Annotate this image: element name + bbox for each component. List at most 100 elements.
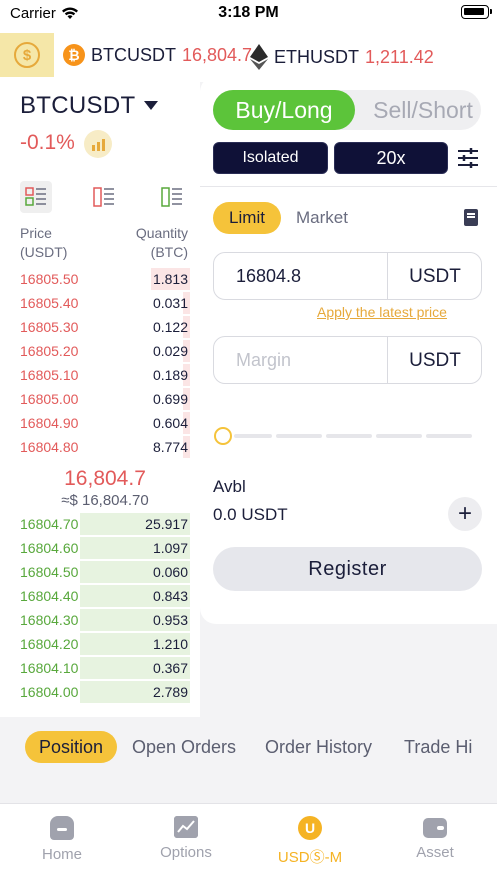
row-quantity: 0.189 bbox=[152, 367, 188, 383]
tabbar-options[interactable]: Options bbox=[136, 816, 236, 868]
row-quantity: 0.953 bbox=[152, 612, 188, 628]
row-price: 16804.10 bbox=[20, 660, 79, 676]
battery-icon bbox=[461, 5, 492, 19]
ticker-price: 16,804.7 bbox=[182, 44, 253, 65]
slider-segment bbox=[234, 434, 272, 438]
order-type-market[interactable]: Market bbox=[296, 208, 348, 228]
pair-change: -0.1% bbox=[20, 131, 75, 154]
ticker-price: 1,211.42 bbox=[365, 46, 434, 67]
row-quantity: 0.843 bbox=[152, 588, 188, 604]
row-price: 16805.40 bbox=[20, 295, 79, 311]
layout-bids-icon[interactable] bbox=[156, 181, 188, 213]
row-quantity: 0.604 bbox=[152, 415, 188, 431]
chart-icon[interactable] bbox=[84, 130, 112, 158]
row-price: 16804.30 bbox=[20, 612, 79, 628]
tab-order-history[interactable]: Order History bbox=[265, 731, 372, 763]
btc-icon: ₿ bbox=[63, 44, 85, 66]
available-label: Avbl bbox=[213, 477, 246, 496]
usdm-icon: U bbox=[298, 816, 322, 840]
row-quantity: 0.699 bbox=[152, 391, 188, 407]
tabbar-home[interactable]: Home bbox=[12, 816, 112, 868]
tab-position[interactable]: Position bbox=[25, 731, 118, 763]
settings-sliders-icon[interactable] bbox=[456, 146, 480, 170]
order-type-limit[interactable]: Limit bbox=[213, 202, 281, 234]
ask-row[interactable]: 16805.50 1.813 bbox=[0, 267, 200, 291]
register-button[interactable]: Register bbox=[213, 547, 482, 591]
layout-asks-icon[interactable] bbox=[88, 181, 120, 213]
bid-row[interactable]: 16804.00 2.789 bbox=[0, 680, 200, 704]
bid-row[interactable]: 16804.10 0.367 bbox=[0, 656, 200, 680]
amount-slider[interactable] bbox=[214, 426, 472, 446]
ticker-symbol: ETHUSDT bbox=[274, 46, 359, 67]
row-price: 16804.40 bbox=[20, 588, 79, 604]
slider-segment bbox=[426, 434, 472, 438]
book-icon[interactable] bbox=[464, 209, 478, 226]
pair-selector[interactable]: BTCUSDT bbox=[20, 92, 135, 120]
tabbar-usdm[interactable]: U USDⓈ-M bbox=[260, 816, 360, 868]
row-price: 16805.00 bbox=[20, 391, 79, 407]
row-quantity: 1.210 bbox=[152, 636, 188, 652]
bid-row[interactable]: 16804.70 25.917 bbox=[0, 512, 200, 536]
apply-latest-price-link[interactable]: Apply the latest price bbox=[317, 304, 447, 320]
ask-row[interactable]: 16804.80 8.774 bbox=[0, 435, 200, 459]
bid-row[interactable]: 16804.60 1.097 bbox=[0, 536, 200, 560]
bid-row[interactable]: 16804.30 0.953 bbox=[0, 608, 200, 632]
row-price: 16805.10 bbox=[20, 367, 79, 383]
orderbook-panel: BTCUSDT -0.1% Price (USDT) Quantity (BTC… bbox=[0, 82, 200, 717]
tabbar-label: USDⓈ-M bbox=[277, 849, 343, 866]
add-funds-button[interactable]: + bbox=[448, 497, 482, 531]
margin-mode-button[interactable]: Isolated bbox=[213, 142, 328, 174]
ticker-symbol: BTCUSDT bbox=[91, 44, 176, 65]
currency-switch-button[interactable]: $ bbox=[0, 33, 54, 77]
row-quantity: 1.813 bbox=[152, 271, 188, 287]
ask-row[interactable]: 16805.00 0.699 bbox=[0, 387, 200, 411]
row-quantity: 2.789 bbox=[152, 684, 188, 700]
row-quantity: 0.031 bbox=[152, 295, 188, 311]
ask-row[interactable]: 16805.40 0.031 bbox=[0, 291, 200, 315]
tabs-overflow-mask bbox=[472, 724, 497, 770]
divider bbox=[200, 186, 497, 187]
slider-handle[interactable] bbox=[214, 427, 232, 445]
order-form: Buy/Long Sell/Short Isolated 20x Limit M… bbox=[200, 76, 497, 624]
row-quantity: 0.060 bbox=[152, 564, 188, 580]
row-quantity: 8.774 bbox=[152, 439, 188, 455]
ticker-item-btc[interactable]: ₿ BTCUSDT 16,804.7 bbox=[63, 44, 252, 66]
leverage-button[interactable]: 20x bbox=[334, 142, 448, 174]
tabbar-asset[interactable]: Asset bbox=[385, 816, 485, 868]
ask-row[interactable]: 16805.20 0.029 bbox=[0, 339, 200, 363]
price-unit: USDT bbox=[409, 266, 461, 287]
row-quantity: 1.097 bbox=[152, 540, 188, 556]
row-quantity: 0.029 bbox=[152, 343, 188, 359]
row-price: 16805.30 bbox=[20, 319, 79, 335]
clock: 3:18 PM bbox=[218, 4, 279, 21]
row-price: 16804.60 bbox=[20, 540, 79, 556]
orderbook-layout-switch bbox=[20, 181, 188, 213]
price-field[interactable]: 16804.8 USDT bbox=[213, 252, 482, 300]
bid-row[interactable]: 16804.50 0.060 bbox=[0, 560, 200, 584]
row-price: 16804.00 bbox=[20, 684, 79, 700]
margin-unit: USDT bbox=[409, 350, 461, 371]
bid-row[interactable]: 16804.40 0.843 bbox=[0, 584, 200, 608]
slider-segment bbox=[276, 434, 322, 438]
ask-row[interactable]: 16805.10 0.189 bbox=[0, 363, 200, 387]
last-price-usd: ≈$ 16,804.70 bbox=[61, 492, 149, 509]
row-quantity: 25.917 bbox=[145, 516, 188, 532]
ticker-item-eth[interactable]: ETHUSDT 1,211.42 bbox=[250, 44, 434, 70]
side-switch: Buy/Long Sell/Short bbox=[213, 90, 481, 130]
bid-row[interactable]: 16804.20 1.210 bbox=[0, 632, 200, 656]
position-tabs: Position Open Orders Order History Trade… bbox=[0, 724, 497, 770]
price-input[interactable]: 16804.8 bbox=[236, 266, 301, 287]
buy-long-tab[interactable]: Buy/Long bbox=[213, 90, 355, 130]
margin-input[interactable]: Margin bbox=[236, 350, 291, 371]
available-balance: 0.0 USDT bbox=[213, 505, 288, 524]
tab-open-orders[interactable]: Open Orders bbox=[132, 731, 236, 763]
ask-row[interactable]: 16805.30 0.122 bbox=[0, 315, 200, 339]
wallet-icon bbox=[423, 818, 447, 838]
margin-field[interactable]: Margin USDT bbox=[213, 336, 482, 384]
chevron-down-icon[interactable] bbox=[144, 101, 158, 110]
tabbar-label: Home bbox=[41, 846, 82, 863]
tabbar-label: Options bbox=[160, 844, 212, 861]
layout-both-icon[interactable] bbox=[20, 181, 52, 213]
sell-short-tab[interactable]: Sell/Short bbox=[363, 90, 483, 130]
ask-row[interactable]: 16804.90 0.604 bbox=[0, 411, 200, 435]
